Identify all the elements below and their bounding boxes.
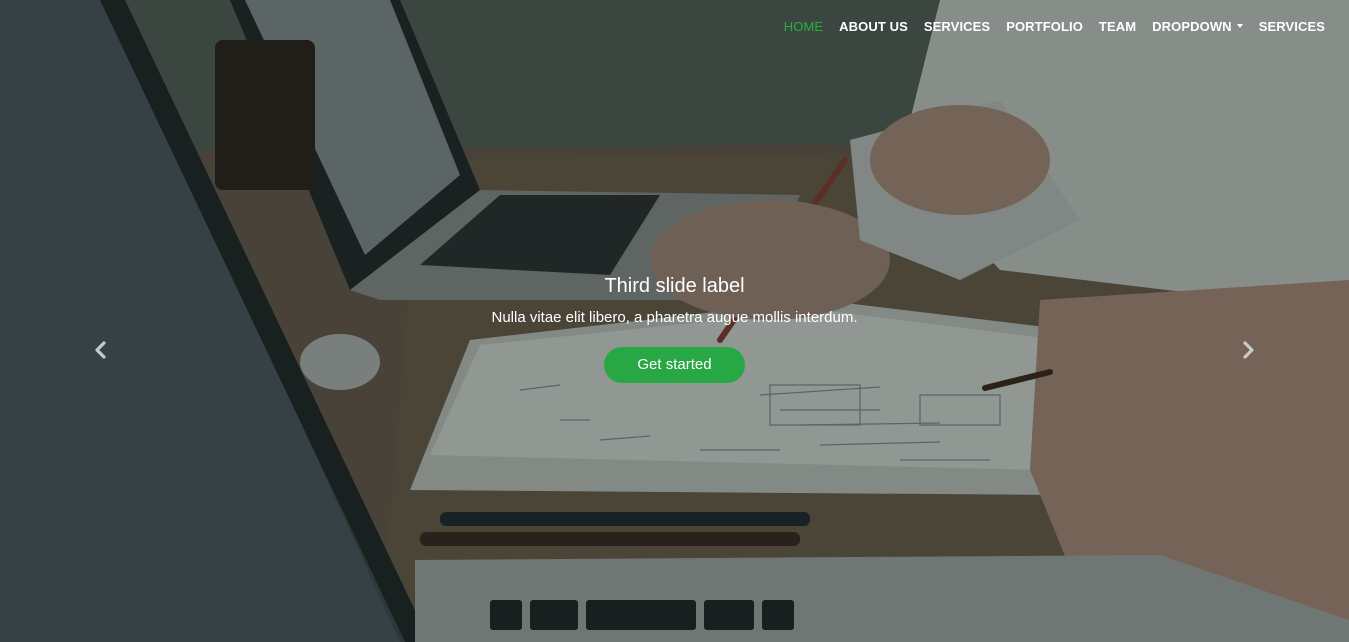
nav-item-services[interactable]: SERVICES — [924, 19, 990, 34]
nav-item-dropdown-label: DROPDOWN — [1152, 18, 1232, 34]
carousel-next-button[interactable] — [1236, 338, 1260, 362]
nav-item-services-2[interactable]: SERVICES — [1259, 19, 1325, 34]
nav-item-home[interactable]: HOME — [784, 19, 823, 34]
carousel-prev-button[interactable] — [89, 338, 113, 362]
nav-item-dropdown[interactable]: DROPDOWN — [1152, 19, 1243, 34]
nav-item-about-us[interactable]: ABOUT US — [839, 19, 908, 34]
main-nav: HOME ABOUT US SERVICES PORTFOLIO TEAM DR… — [784, 17, 1325, 35]
hero-carousel: HOME ABOUT US SERVICES PORTFOLIO TEAM DR… — [0, 0, 1349, 642]
slide-text: Nulla vitae elit libero, a pharetra augu… — [491, 309, 858, 326]
nav-item-portfolio[interactable]: PORTFOLIO — [1006, 19, 1083, 34]
slide-caption: Third slide label Nulla vitae elit liber… — [0, 272, 1349, 383]
slide-title: Third slide label — [604, 275, 745, 297]
get-started-button[interactable]: Get started — [604, 347, 745, 383]
chevron-right-icon — [1243, 341, 1254, 359]
nav-item-team[interactable]: TEAM — [1099, 19, 1136, 34]
chevron-left-icon — [95, 341, 106, 359]
caret-down-icon — [1236, 24, 1243, 28]
